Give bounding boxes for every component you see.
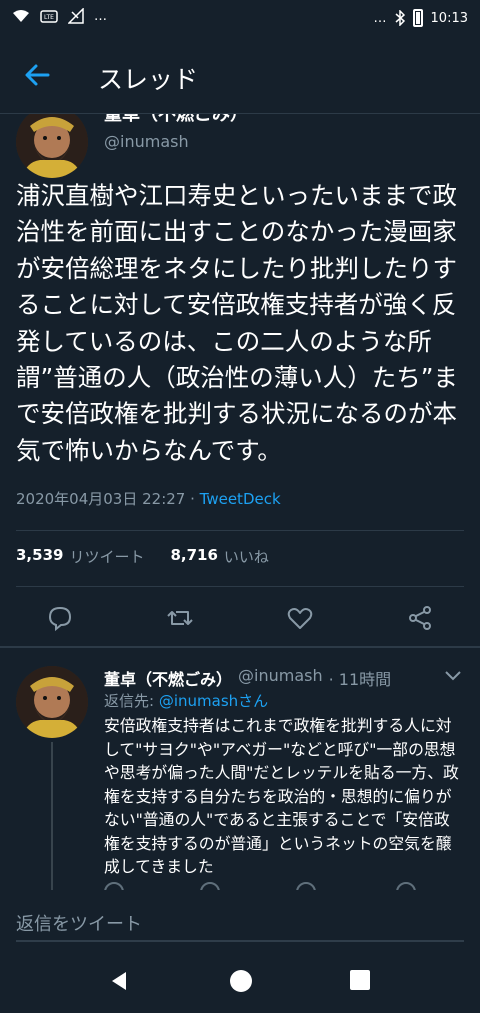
- reply-input[interactable]: 返信をツイート: [16, 898, 464, 942]
- avatar[interactable]: [16, 106, 88, 178]
- reply-to-line: 返信先: @inumashさん: [104, 690, 268, 711]
- arrow-left-icon[interactable]: [22, 60, 52, 90]
- tweet-stats: 3,539 リツイート 8,716 いいね: [16, 546, 269, 567]
- reply-to-link[interactable]: @inumashさん: [159, 692, 268, 710]
- share-icon[interactable]: [406, 604, 434, 632]
- app-bar: スレッド: [0, 38, 480, 114]
- tweet-text: 浦沢直樹や江口寿史といったいままで政治性を前面に出すことのなかった漫画家が安倍総…: [16, 181, 458, 465]
- reply-composer: 返信をツイート: [0, 890, 480, 950]
- reply-time: · 11時間: [328, 670, 392, 689]
- reply-to-prefix: 返信先:: [104, 692, 159, 710]
- like-count[interactable]: 8,716: [170, 546, 217, 567]
- like-icon[interactable]: [286, 604, 314, 632]
- avatar[interactable]: [16, 666, 88, 738]
- reply-text: 安倍政権支持者はこれまで政権を批判する人に対して"サヨク"や"アベガー"などと呼…: [104, 716, 459, 876]
- chevron-down-icon[interactable]: [444, 670, 462, 682]
- tweet-timestamp: 2020年04月03日 22:27: [16, 490, 186, 508]
- tweet-actions: [0, 598, 480, 638]
- like-label[interactable]: いいね: [224, 546, 269, 567]
- page-title: スレッド: [98, 65, 199, 94]
- svg-text:LTE: LTE: [44, 14, 54, 21]
- divider: [0, 646, 480, 648]
- signal-icon: [68, 8, 84, 24]
- status-bar: LTE … … 10:13: [0, 0, 480, 38]
- retweet-label[interactable]: リツイート: [69, 546, 144, 567]
- recents-square-icon[interactable]: [350, 970, 370, 990]
- home-circle-icon[interactable]: [230, 970, 252, 992]
- meta-separator: ·: [185, 490, 200, 508]
- wifi-icon: [13, 10, 29, 22]
- status-right: … 10:13: [374, 9, 468, 27]
- retweet-count[interactable]: 3,539: [16, 546, 63, 567]
- status-left: LTE …: [12, 8, 107, 24]
- battery-icon: [412, 9, 423, 27]
- author-handle[interactable]: @inumash: [104, 132, 189, 151]
- system-nav-bar: [0, 950, 480, 1013]
- tweet-meta: 2020年04月03日 22:27 · TweetDeck: [16, 488, 281, 509]
- status-more-right: …: [373, 10, 387, 26]
- retweet-icon[interactable]: [166, 604, 194, 632]
- bluetooth-icon: [395, 10, 405, 26]
- reply-author-name[interactable]: 董卓（不燃ごみ）: [104, 666, 232, 690]
- thread-line: [51, 742, 53, 892]
- status-time: 10:13: [430, 10, 468, 26]
- reply-tweet[interactable]: 董卓（不燃ごみ） @inumash · 11時間 返信先: @inumashさん…: [0, 650, 480, 892]
- reply-icon[interactable]: [46, 604, 74, 632]
- reply-author-handle[interactable]: @inumash: [238, 666, 323, 690]
- reply-header: 董卓（不燃ごみ） @inumash · 11時間: [104, 666, 391, 690]
- divider: [16, 530, 464, 531]
- divider: [16, 586, 464, 587]
- volte-icon: LTE: [40, 10, 58, 23]
- tweet-source-link[interactable]: TweetDeck: [200, 490, 281, 508]
- back-triangle-icon[interactable]: [108, 970, 130, 992]
- status-more-left: …: [94, 8, 107, 24]
